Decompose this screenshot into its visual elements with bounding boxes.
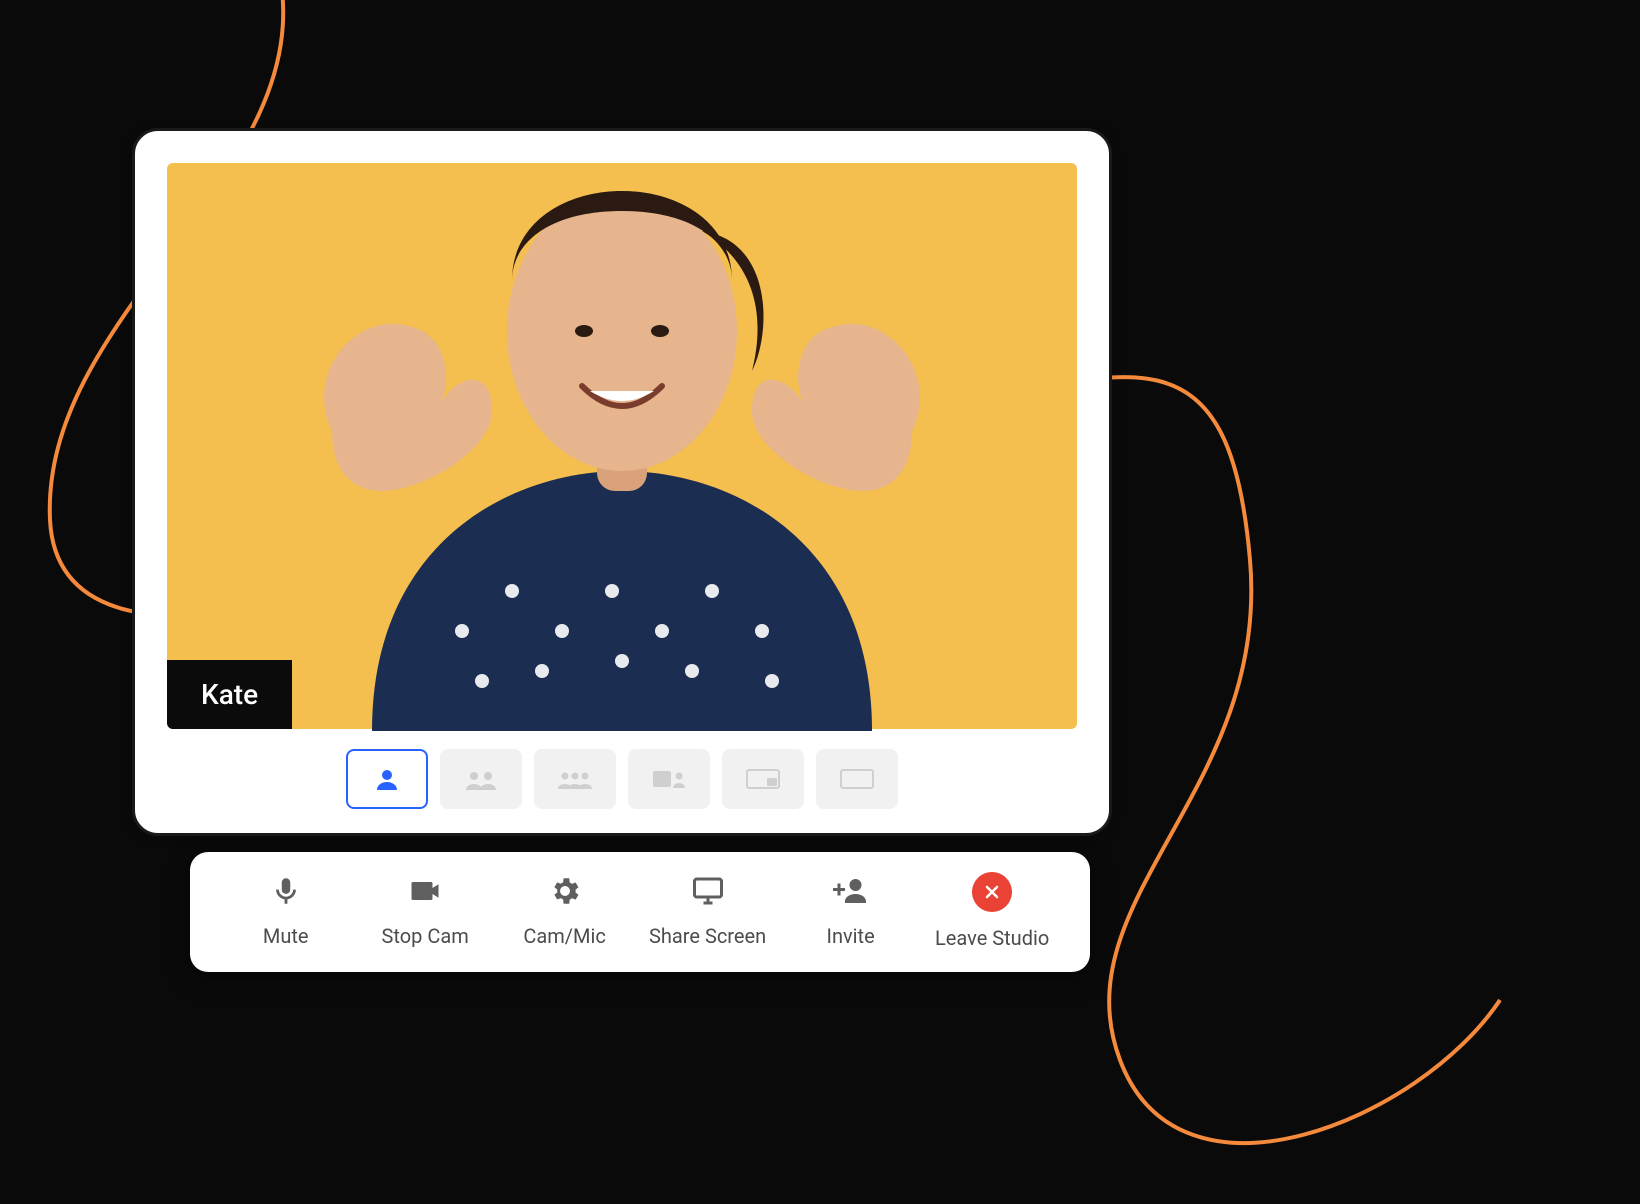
mute-button[interactable]: Mute xyxy=(231,872,341,948)
control-bar: Mute Stop Cam Cam/Mic Share Screen Invit… xyxy=(190,852,1090,972)
close-icon xyxy=(972,872,1012,912)
stop-cam-button[interactable]: Stop Cam xyxy=(370,872,480,948)
participant-silhouette xyxy=(212,71,1032,731)
participant-name-tag: Kate xyxy=(167,660,292,729)
stop-cam-label: Stop Cam xyxy=(382,924,469,948)
video-frame: Kate xyxy=(167,163,1077,729)
camera-icon xyxy=(406,872,444,910)
share-screen-button[interactable]: Share Screen xyxy=(649,872,766,948)
invite-button[interactable]: Invite xyxy=(796,872,906,948)
participant-name: Kate xyxy=(201,678,258,711)
studio-card: Kate xyxy=(132,128,1112,836)
monitor-icon xyxy=(689,872,727,910)
gear-icon xyxy=(546,872,584,910)
layout-single[interactable] xyxy=(346,749,428,809)
cam-mic-label: Cam/Mic xyxy=(523,924,605,948)
layout-duo[interactable] xyxy=(440,749,522,809)
layout-pip[interactable] xyxy=(722,749,804,809)
invite-label: Invite xyxy=(827,924,875,948)
layout-blank[interactable] xyxy=(816,749,898,809)
layout-trio[interactable] xyxy=(534,749,616,809)
leave-studio-label: Leave Studio xyxy=(935,926,1049,950)
cam-mic-button[interactable]: Cam/Mic xyxy=(510,872,620,948)
mute-label: Mute xyxy=(263,924,309,948)
layout-picker xyxy=(167,749,1077,809)
microphone-icon xyxy=(267,872,305,910)
share-screen-label: Share Screen xyxy=(649,924,766,948)
invite-person-icon xyxy=(832,872,870,910)
leave-studio-button[interactable]: Leave Studio xyxy=(935,872,1049,950)
layout-screen-duo[interactable] xyxy=(628,749,710,809)
